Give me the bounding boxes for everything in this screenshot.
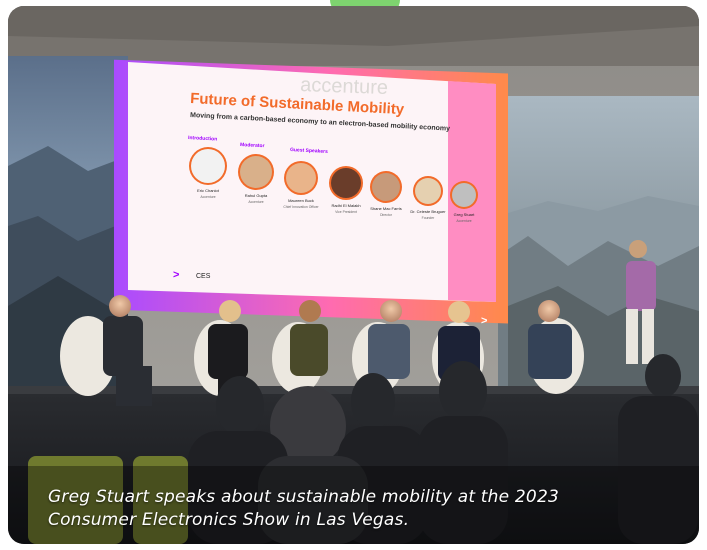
speaker-name: Rahul Gupta xyxy=(245,193,268,198)
screen-section-moderator: Moderator xyxy=(240,142,265,149)
speaker-role: Accenture xyxy=(248,200,263,204)
speaker-role: Founder xyxy=(422,216,435,220)
caption-line-1: Greg Stuart speaks about sustainable mob… xyxy=(48,487,559,507)
speaker-portrait xyxy=(240,156,272,188)
speaker-name: Eric Chaniot xyxy=(197,188,220,193)
speaker-portrait xyxy=(372,173,400,201)
speaker-portrait xyxy=(331,168,361,198)
speaker-portrait xyxy=(415,178,441,204)
speaker-name: Maureen Buck xyxy=(288,198,314,203)
speaker-name: Greg Stuart xyxy=(454,212,476,217)
photo-caption: Greg Stuart speaks about sustainable mob… xyxy=(48,486,648,532)
speaker-role: Chief Innovation Officer xyxy=(283,205,319,209)
caption-line-2: Consumer Electronics Show in Las Vegas. xyxy=(48,510,410,530)
speaker-portrait xyxy=(191,149,225,183)
event-photo: Future of Sustainable Mobility Moving fr… xyxy=(8,6,699,544)
speaker-portrait xyxy=(286,163,316,193)
screen-title-part1: Future of xyxy=(190,90,260,111)
screen-arrow: > xyxy=(173,269,179,281)
speaker-name: Dr. Celeste Bruguer xyxy=(410,209,446,214)
screen-corner-arrow: > xyxy=(481,315,487,327)
speaker-role: Accenture xyxy=(456,219,471,223)
speaker-name: Shane Mac Farris xyxy=(370,206,402,211)
screen-ces-logo: CES xyxy=(196,273,211,280)
speaker-portrait xyxy=(452,183,476,207)
speaker-role: Vice President xyxy=(335,210,357,214)
speaker-role: Accenture xyxy=(200,195,215,199)
speaker-name: Radhi El Malakh xyxy=(331,203,360,208)
accenture-sign: accenture xyxy=(300,74,389,99)
event-scene: Future of Sustainable Mobility Moving fr… xyxy=(8,6,699,544)
speaker-role: Director xyxy=(380,213,393,217)
